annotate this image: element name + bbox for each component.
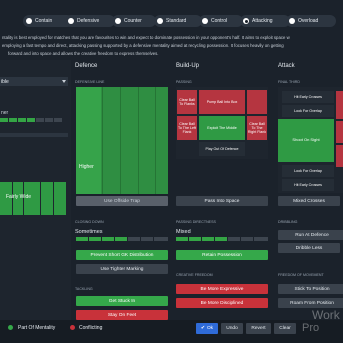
left-bar xyxy=(0,118,66,122)
defensive-line-label: DEFENSIVE LINE xyxy=(75,80,105,84)
mentality-label: Control xyxy=(211,18,228,24)
prevent-gk-distribution-button[interactable]: Prevent Short GK Distribution xyxy=(76,250,168,260)
play-out-defence-cell[interactable]: Play Out Of Defence xyxy=(199,142,245,156)
final-third-grid: Hit Early Crosses Look For Overlap Shoot… xyxy=(278,87,343,193)
defence-header: Defence xyxy=(75,63,98,69)
passing-grid: Clear Ball To Flanks Pump Ball Into Box … xyxy=(176,87,268,159)
check-icon: ✔ xyxy=(200,326,205,331)
mentality-option-defensive[interactable]: Defensive xyxy=(65,15,115,27)
roam-from-position-button[interactable]: Roam From Position xyxy=(278,298,343,308)
description-line: ntality is best employed for matches tha… xyxy=(2,35,290,40)
look-for-overlap-cell-top[interactable]: Look For Overlap xyxy=(282,105,334,117)
part-of-mentality-legend: Part Of Mentality xyxy=(18,325,56,331)
left-grid: Fairly Wide xyxy=(0,182,66,215)
description-line: forward and into space and allows the cr… xyxy=(8,51,159,56)
mentality-label: Attacking xyxy=(252,18,273,24)
passing-directness-label: PASSING DIRECTNESS xyxy=(176,220,216,224)
passing-label: PASSING xyxy=(176,80,192,84)
exploit-right-cell[interactable] xyxy=(336,145,343,167)
radio-icon xyxy=(68,18,74,24)
tighter-marking-button[interactable]: Use Tighter Marking xyxy=(76,264,168,274)
mixed-crosses-button[interactable]: Mixed Crosses xyxy=(278,196,340,206)
conflicting-legend: Conflicting xyxy=(79,325,103,331)
chevron-down-icon xyxy=(62,80,66,83)
dribble-less-button[interactable]: Dribble Less xyxy=(278,243,340,253)
width-value: Fairly Wide xyxy=(6,194,32,200)
defensive-line-pitch[interactable]: Higher xyxy=(76,87,168,194)
mentality-option-overload[interactable]: Overload xyxy=(286,15,336,27)
exploit-left-cell[interactable] xyxy=(336,121,343,143)
mentality-label: Counter xyxy=(124,18,142,24)
dropdown[interactable]: ible xyxy=(0,77,68,86)
closing-down-value: Sometimes xyxy=(75,229,103,235)
clear-button[interactable]: Clear xyxy=(274,323,296,334)
description-line: employing a fast tempo and direct, attac… xyxy=(2,43,284,48)
conflicting-icon xyxy=(70,325,75,330)
hit-early-crosses-cell-bottom[interactable]: Hit Early Crosses xyxy=(282,179,334,191)
radio-icon xyxy=(289,18,295,24)
watermark-text-2: Pro xyxy=(302,322,320,334)
watermark-text: Work xyxy=(312,308,340,322)
footer: Part Of Mentality Conflicting ✔ Ok Undo … xyxy=(0,308,343,343)
pump-ball-into-box-cell[interactable]: Pump Ball Into Box xyxy=(199,90,245,114)
dribbling-label: DRIBBLING xyxy=(278,220,298,224)
clear-ball-flanks-cell[interactable]: Clear Ball To Flanks xyxy=(177,90,197,114)
mentality-option-attacking[interactable]: Attacking xyxy=(240,15,290,27)
dropdown-value: ible xyxy=(1,78,9,85)
radio-icon xyxy=(202,18,208,24)
mentality-description: ntality is best employed for matches tha… xyxy=(2,34,342,58)
top-right-cell[interactable] xyxy=(247,90,267,114)
mentality-option-control[interactable]: Control xyxy=(199,15,243,27)
part-of-mentality-icon xyxy=(8,325,13,330)
get-stuck-in-button[interactable]: Get Stuck In xyxy=(76,296,168,306)
radio-icon xyxy=(26,18,32,24)
final-third-label: FINAL THIRD xyxy=(278,80,300,84)
build-up-panel: Build-Up PASSING Clear Ball To Flanks Pu… xyxy=(173,60,273,310)
radio-icon xyxy=(157,18,163,24)
revert-button[interactable]: Revert xyxy=(246,323,271,334)
mentality-label: Contain xyxy=(35,18,53,24)
more-expressive-button[interactable]: Be More Expressive xyxy=(176,284,268,294)
left-divider xyxy=(0,133,68,137)
mentality-label: Defensive xyxy=(77,18,100,24)
mentality-label: Standard xyxy=(166,18,187,24)
build-up-header: Build-Up xyxy=(176,63,200,69)
defensive-line-value: Higher xyxy=(79,164,94,170)
freedom-of-movement-label: FREEDOM OF MOVEMENT xyxy=(278,273,324,277)
mentality-bar: Contain Defensive Counter Standard Contr… xyxy=(0,10,343,32)
left-panel: ible ner Fairly Wide xyxy=(0,60,71,320)
pass-into-space-button[interactable]: Pass Into Space xyxy=(176,196,268,206)
work-into-box-cell[interactable] xyxy=(336,91,343,119)
attack-header: Attack xyxy=(278,63,295,69)
clear-ball-left-cell[interactable]: Clear Ball To The Left Flank xyxy=(177,116,197,140)
undo-button[interactable]: Undo xyxy=(221,323,243,334)
radio-selected-icon xyxy=(243,18,249,24)
more-disciplined-button[interactable]: Be More Disciplined xyxy=(176,298,268,308)
passing-directness-value: Mixed xyxy=(176,229,191,235)
ok-button[interactable]: ✔ Ok xyxy=(196,323,218,334)
closing-down-bar[interactable] xyxy=(76,237,168,241)
radio-icon xyxy=(115,18,121,24)
look-for-overlap-cell-bottom[interactable]: Look For Overlap xyxy=(282,165,334,177)
passing-directness-bar[interactable] xyxy=(176,237,268,241)
offside-trap-button[interactable]: Use Offside Trap xyxy=(76,196,168,206)
closing-down-label: CLOSING DOWN xyxy=(75,220,104,224)
hit-early-crosses-cell-top[interactable]: Hit Early Crosses xyxy=(282,91,334,103)
left-label-1: ner xyxy=(1,110,9,116)
run-at-defence-button[interactable]: Run At Defence xyxy=(278,230,343,240)
exploit-middle-cell[interactable]: Exploit The Middle xyxy=(199,116,245,140)
defence-panel: Defence DEFENSIVE LINE Higher Use Offsid… xyxy=(71,60,173,325)
tackling-label: TACKLING xyxy=(75,287,93,291)
mentality-label: Overload xyxy=(298,18,319,24)
clear-ball-right-cell[interactable]: Clear Ball To The Right Flank xyxy=(247,116,267,140)
ok-label: Ok xyxy=(206,326,214,331)
mentality-option-counter[interactable]: Counter xyxy=(112,15,156,27)
shoot-on-sight-cell[interactable]: Shoot On Sight xyxy=(278,119,334,162)
retain-possession-button[interactable]: Retain Possession xyxy=(176,250,268,260)
creative-freedom-label: CREATIVE FREEDOM xyxy=(176,273,213,277)
attack-panel: Attack FINAL THIRD Hit Early Crosses Loo… xyxy=(276,60,343,320)
stay-on-feet-button[interactable]: Stay On Feet xyxy=(76,310,168,320)
mentality-option-standard[interactable]: Standard xyxy=(154,15,202,27)
stick-to-position-button[interactable]: Stick To Position xyxy=(278,284,343,294)
